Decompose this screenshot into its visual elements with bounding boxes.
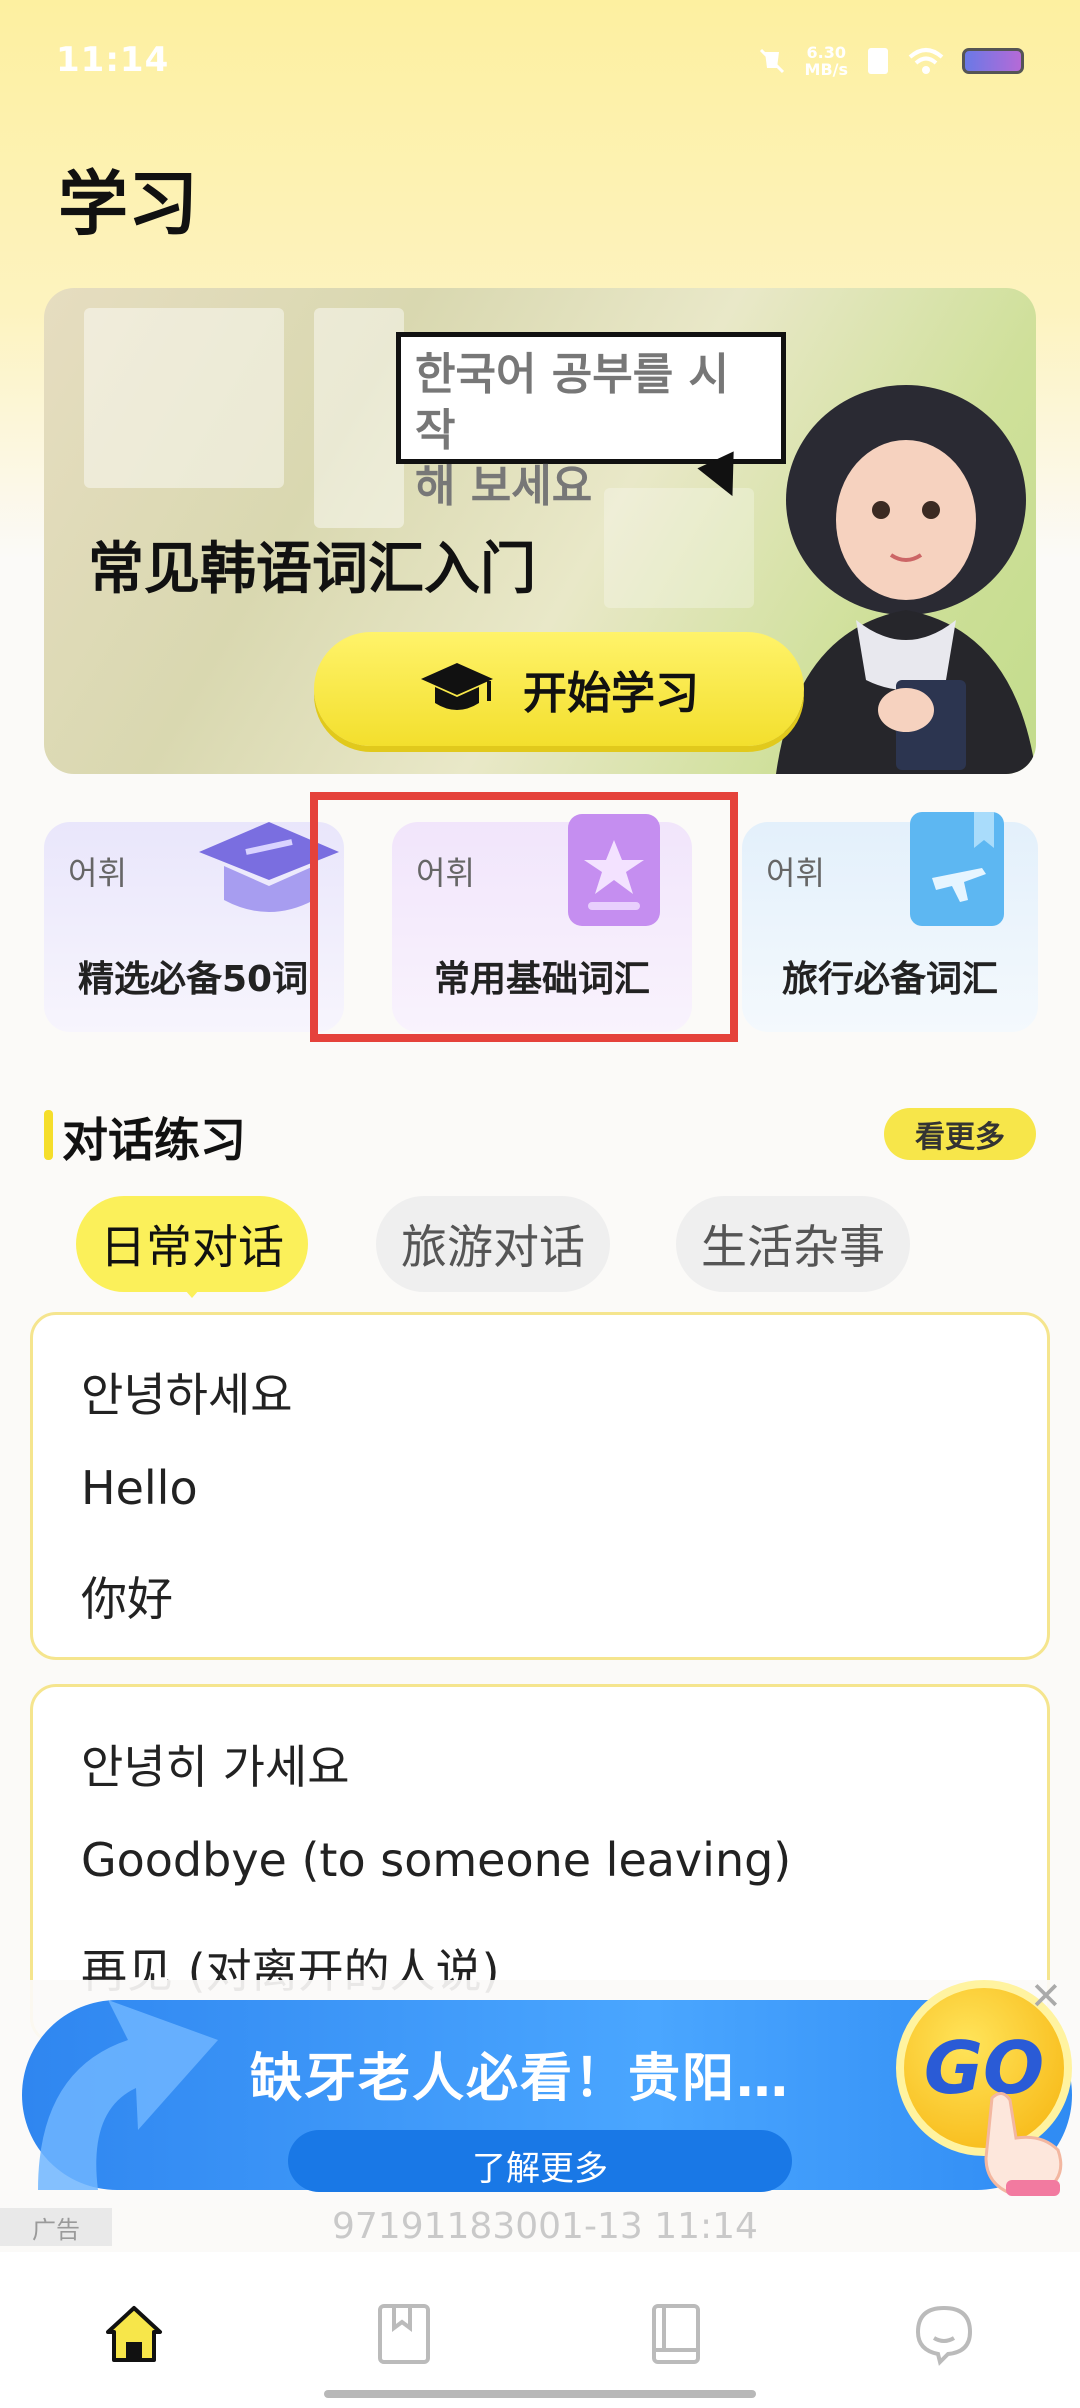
english-text: Goodbye (to someone leaving) xyxy=(81,1833,792,1887)
category-tag: 어휘 xyxy=(766,854,825,892)
home-indicator[interactable] xyxy=(324,2390,756,2398)
active-tab-pointer xyxy=(178,1282,206,1298)
chinese-text: 你好 xyxy=(81,1572,173,1626)
tab-life[interactable]: 生活杂事 xyxy=(676,1196,910,1292)
ad-learn-more-button[interactable]: 了解更多 xyxy=(288,2130,792,2192)
speech-bubble: 한국어 공부를 시작 해 보세요 xyxy=(396,332,786,512)
speed-value: 6.30 xyxy=(806,43,846,62)
bubble-line-1: 한국어 공부를 시작 xyxy=(415,349,729,456)
close-icon[interactable]: ✕ xyxy=(1030,1974,1062,2018)
category-card-0[interactable]: 어휘 精选必备50词 xyxy=(44,822,344,1032)
ad-footer-text: 97191183001-13 11:14 xyxy=(332,2206,758,2247)
ad-headline: 缺牙老人必看！贵阳… xyxy=(250,2049,791,2109)
speed-unit: MB/s xyxy=(804,60,848,79)
chat-icon[interactable] xyxy=(912,2302,976,2366)
sim-icon xyxy=(868,48,888,74)
category-card-2[interactable]: 어휘 旅行必备词汇 xyxy=(742,812,1038,1032)
bottom-nav xyxy=(0,2252,1080,2408)
network-speed: 6.30 MB/s xyxy=(805,44,848,78)
pointing-hand-icon xyxy=(984,2092,1063,2196)
status-icons: 6.30 MB/s xyxy=(757,44,1024,78)
bookmark-icon[interactable] xyxy=(372,2302,436,2366)
arrow-up-icon xyxy=(38,2000,218,2190)
korean-text: 안녕히 가세요 xyxy=(81,1740,350,1794)
window-decor xyxy=(84,308,284,488)
book-icon[interactable] xyxy=(644,2302,708,2366)
category-name: 精选必备50词 xyxy=(78,959,309,1000)
home-icon[interactable] xyxy=(102,2302,166,2366)
ad-badge: 广告 xyxy=(0,2208,112,2246)
travel-book-icon xyxy=(910,812,1004,926)
section-title: 对话练习 xyxy=(62,1113,246,1167)
ad-badge-label: 广告 xyxy=(32,2215,80,2244)
section-accent-bar xyxy=(44,1110,53,1160)
battery-icon xyxy=(962,48,1024,74)
graduation-cap-icon xyxy=(421,663,493,710)
highlight-box xyxy=(310,792,738,1042)
wifi-icon xyxy=(908,48,944,74)
category-name: 旅行必备词汇 xyxy=(781,959,998,1000)
start-learning-button[interactable]: 开始学习 xyxy=(314,632,804,746)
tab-daily[interactable]: 日常对话 xyxy=(76,1196,308,1292)
character-illustration xyxy=(776,385,1036,774)
status-time: 11:14 xyxy=(56,40,170,80)
window-decor xyxy=(314,308,404,528)
page-title: 学习 xyxy=(58,163,198,245)
mute-icon xyxy=(759,48,784,74)
ad-banner[interactable]: 缺牙老人必看！贵阳… 了解更多 GO ✕ 广告 97191183001-13 1… xyxy=(0,1974,1080,2252)
hero-title: 常见韩语词汇入门 xyxy=(88,537,536,602)
category-tag: 어휘 xyxy=(68,854,127,892)
start-learning-label: 开始学习 xyxy=(523,668,699,719)
see-more-button[interactable]: 看更多 xyxy=(884,1108,1036,1160)
status-bar: 11:14 6.30 MB/s xyxy=(0,0,1080,120)
dialogue-card-0[interactable]: 안녕하세요 Hello 你好 xyxy=(30,1312,1050,1660)
hero-banner[interactable]: 한국어 공부를 시작 해 보세요 常见韩语词汇入门 开始学习 xyxy=(44,288,1036,774)
tab-travel[interactable]: 旅游对话 xyxy=(376,1196,610,1292)
korean-text: 안녕하세요 xyxy=(81,1368,293,1422)
english-text: Hello xyxy=(81,1461,198,1515)
